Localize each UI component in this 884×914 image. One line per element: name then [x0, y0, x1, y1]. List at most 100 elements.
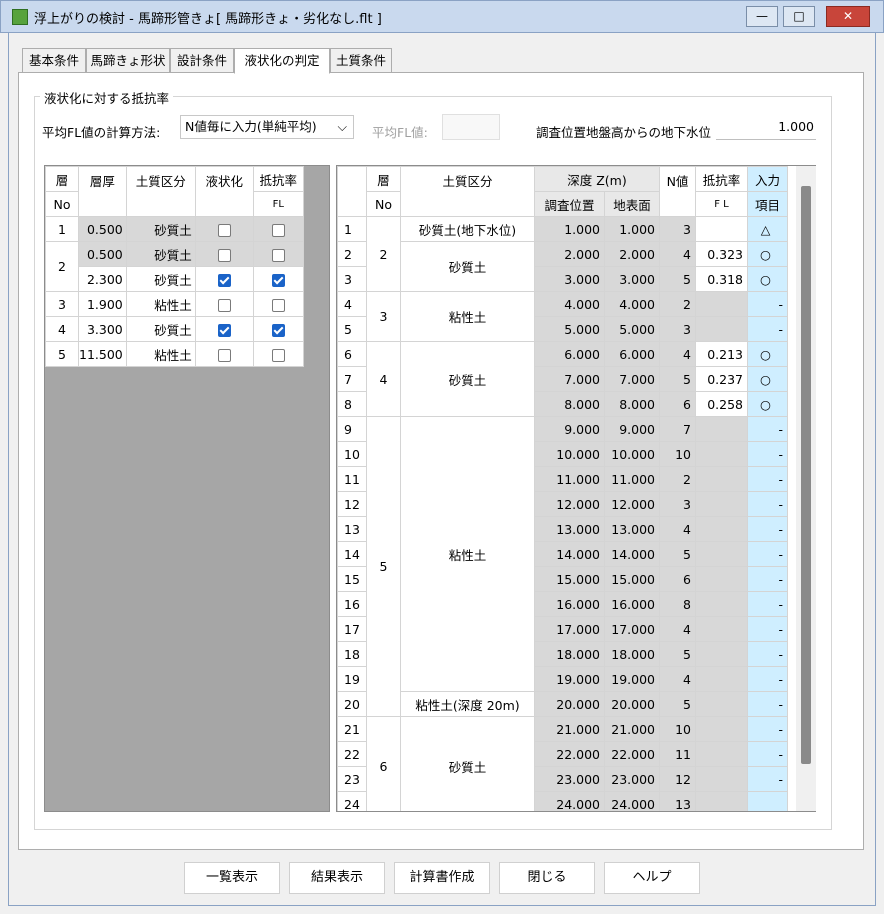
input-item-cell[interactable]: - — [747, 441, 788, 467]
input-item-cell[interactable]: - — [747, 591, 788, 617]
tab-liquefaction[interactable]: 液状化の判定 — [234, 48, 330, 74]
liquefaction-checkbox[interactable] — [217, 248, 231, 262]
input-item-cell[interactable]: - — [747, 516, 788, 542]
fl-cell[interactable] — [695, 541, 748, 567]
input-item-cell[interactable]: △ — [747, 216, 788, 242]
fl-checkbox[interactable] — [271, 223, 285, 237]
fl-cell[interactable] — [695, 491, 748, 517]
liquefaction-cell[interactable] — [194, 241, 254, 267]
liquefaction-cell[interactable] — [194, 316, 254, 342]
minimize-button[interactable]: — — [746, 6, 778, 27]
tab-horseshoe-shape[interactable]: 馬蹄きょ形状 — [86, 48, 170, 73]
input-item-cell[interactable]: - — [747, 316, 788, 342]
fl-cell[interactable] — [695, 316, 748, 342]
soil-cell[interactable]: 砂質土 — [125, 241, 196, 267]
input-item-cell[interactable]: ○ — [747, 241, 788, 267]
input-item-cell[interactable]: - — [747, 691, 788, 717]
liquefaction-checkbox[interactable] — [217, 298, 231, 312]
fl-cell[interactable] — [252, 291, 304, 317]
soil-cell[interactable]: 砂質土 — [125, 266, 196, 292]
fl-cell[interactable] — [695, 691, 748, 717]
fl-cell[interactable] — [695, 616, 748, 642]
fl-cell[interactable]: 0.323 — [695, 241, 748, 267]
result-view-button[interactable]: 結果表示 — [289, 862, 385, 894]
soil-cell[interactable]: 粘性土 — [125, 341, 196, 367]
fl-cell[interactable] — [695, 416, 748, 442]
liquefaction-cell[interactable] — [194, 291, 254, 317]
fl-cell[interactable] — [695, 441, 748, 467]
input-item-cell[interactable]: ○ — [747, 366, 788, 392]
input-item-cell[interactable]: - — [747, 291, 788, 317]
close-dialog-button[interactable]: 閉じる — [499, 862, 595, 894]
liquefaction-checkbox[interactable] — [217, 323, 231, 337]
input-item-cell[interactable]: - — [747, 491, 788, 517]
liquefaction-checkbox[interactable] — [217, 273, 231, 287]
fl-cell[interactable] — [695, 791, 748, 811]
fl-cell[interactable]: 0.318 — [695, 266, 748, 292]
input-item-cell[interactable]: - — [747, 766, 788, 792]
fl-cell[interactable] — [695, 716, 748, 742]
soil-cell[interactable]: 粘性土 — [125, 291, 196, 317]
fl-cell[interactable] — [695, 666, 748, 692]
list-view-button[interactable]: 一覧表示 — [184, 862, 280, 894]
thickness-cell[interactable]: 3.300 — [78, 316, 127, 342]
fl-cell[interactable]: 0.237 — [695, 366, 748, 392]
scrollbar-thumb[interactable] — [801, 186, 811, 764]
tab-soil-conditions[interactable]: 土質条件 — [330, 48, 392, 73]
fl-checkbox[interactable] — [271, 298, 285, 312]
input-item-cell[interactable]: - — [747, 716, 788, 742]
report-button[interactable]: 計算書作成 — [394, 862, 490, 894]
thickness-cell[interactable]: 11.500 — [78, 341, 127, 367]
fl-cell[interactable] — [695, 741, 748, 767]
close-button[interactable]: ✕ — [826, 6, 870, 27]
fl-cell[interactable] — [695, 466, 748, 492]
fl-checkbox[interactable] — [271, 248, 285, 262]
fl-cell[interactable] — [695, 591, 748, 617]
input-item-cell[interactable]: - — [747, 616, 788, 642]
fl-cell[interactable] — [695, 566, 748, 592]
thickness-cell[interactable]: 0.500 — [78, 216, 127, 242]
thickness-cell[interactable]: 2.300 — [78, 266, 127, 292]
soil-cell[interactable]: 砂質土 — [125, 216, 196, 242]
fl-cell[interactable] — [695, 641, 748, 667]
liquefaction-cell[interactable] — [194, 216, 254, 242]
tab-basic-conditions[interactable]: 基本条件 — [22, 48, 86, 73]
fl-checkbox[interactable] — [271, 273, 285, 287]
help-button[interactable]: ヘルプ — [604, 862, 700, 894]
input-item-cell[interactable]: - — [747, 466, 788, 492]
fl-cell[interactable] — [695, 766, 748, 792]
fl-cell[interactable]: 0.258 — [695, 391, 748, 417]
input-item-cell[interactable]: ○ — [747, 391, 788, 417]
fl-cell[interactable] — [252, 266, 304, 292]
liquefaction-cell[interactable] — [194, 341, 254, 367]
fl-checkbox[interactable] — [271, 348, 285, 362]
fl-cell[interactable] — [695, 516, 748, 542]
groundwater-input[interactable]: 1.000 — [716, 114, 816, 140]
input-item-cell[interactable]: - — [747, 541, 788, 567]
thickness-cell[interactable]: 1.900 — [78, 291, 127, 317]
calc-method-select[interactable]: N値毎に入力(単純平均) ⌵ — [180, 115, 354, 139]
fl-cell[interactable] — [252, 316, 304, 342]
fl-cell[interactable] — [695, 216, 748, 242]
liquefaction-cell[interactable] — [194, 266, 254, 292]
fl-checkbox[interactable] — [271, 323, 285, 337]
liquefaction-checkbox[interactable] — [217, 223, 231, 237]
soil-cell[interactable]: 砂質土 — [125, 316, 196, 342]
thickness-cell[interactable]: 0.500 — [78, 241, 127, 267]
input-item-cell[interactable]: - — [747, 741, 788, 767]
input-item-cell[interactable]: - — [747, 641, 788, 667]
input-item-cell[interactable]: ○ — [747, 341, 788, 367]
input-item-cell[interactable]: ○ — [747, 266, 788, 292]
tab-design-conditions[interactable]: 設計条件 — [170, 48, 234, 73]
input-item-cell[interactable]: - — [747, 666, 788, 692]
fl-cell[interactable] — [252, 241, 304, 267]
input-item-cell[interactable]: - — [747, 416, 788, 442]
input-item-cell[interactable] — [747, 791, 788, 811]
fl-cell[interactable] — [695, 291, 748, 317]
fl-cell[interactable] — [252, 341, 304, 367]
fl-cell[interactable]: 0.213 — [695, 341, 748, 367]
fl-cell[interactable] — [252, 216, 304, 242]
liquefaction-checkbox[interactable] — [217, 348, 231, 362]
maximize-button[interactable]: □ — [783, 6, 815, 27]
input-item-cell[interactable]: - — [747, 566, 788, 592]
